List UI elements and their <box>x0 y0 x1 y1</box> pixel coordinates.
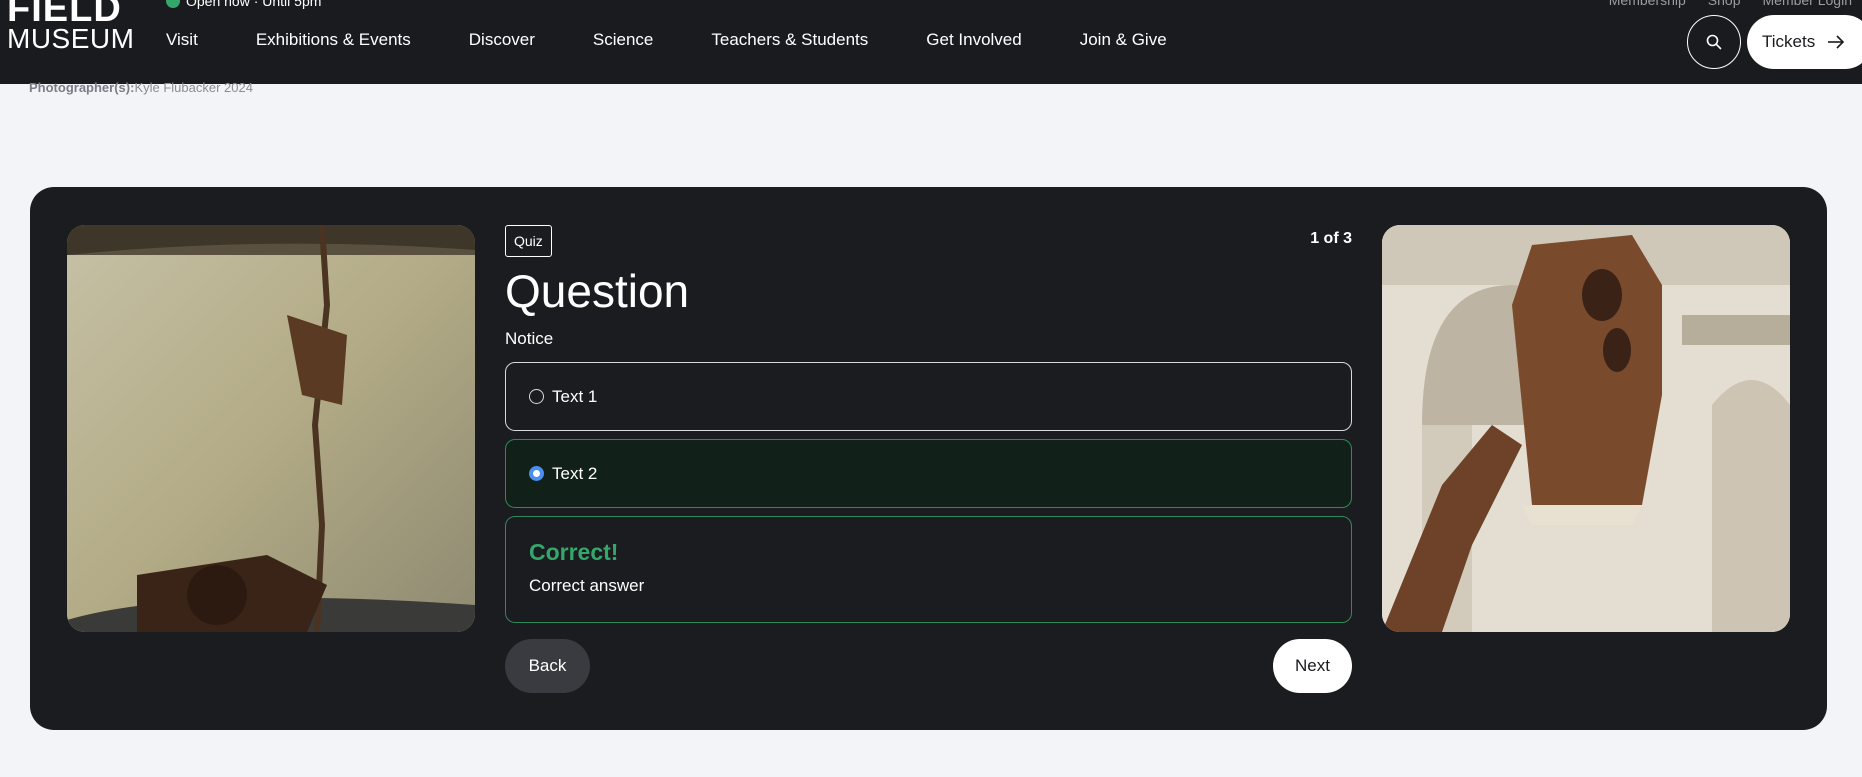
question-prompt: Notice <box>505 329 554 348</box>
feedback-title: Correct! <box>529 539 619 565</box>
dinosaur-skull-image <box>1382 225 1790 632</box>
util-link-membership[interactable]: Membership <box>1609 0 1686 8</box>
photo-credit-label: Photographer(s): <box>29 80 135 95</box>
quiz-badge: Quiz <box>505 225 552 257</box>
tickets-button[interactable]: Tickets <box>1747 15 1862 69</box>
next-button[interactable]: Next <box>1273 639 1352 693</box>
answer-option-label: Text 2 <box>552 463 598 483</box>
nav-exhibitions-events[interactable]: Exhibitions & Events <box>256 30 411 50</box>
photo-credit: Photographer(s):Kyle Flubacker 2024 <box>29 80 253 95</box>
nav-visit[interactable]: Visit <box>166 30 198 50</box>
answer-option-label: Text 1 <box>552 386 598 406</box>
utility-links: Membership Shop Member Login <box>1609 0 1852 8</box>
answer-option-2[interactable]: Text 2 <box>505 439 1352 508</box>
radio-checked-icon[interactable] <box>529 466 544 481</box>
question-title: Question <box>505 265 690 317</box>
nav-discover[interactable]: Discover <box>469 30 535 50</box>
nav-science[interactable]: Science <box>593 30 653 50</box>
open-status: Open now · Until 5pm <box>166 0 321 9</box>
back-button[interactable]: Back <box>505 639 590 693</box>
nav-teachers-students[interactable]: Teachers & Students <box>711 30 868 50</box>
field-museum-logo[interactable]: FIELD MUSEUM <box>7 0 135 55</box>
main-nav: Visit Exhibitions & Events Discover Scie… <box>166 30 1225 50</box>
nav-get-involved[interactable]: Get Involved <box>926 30 1021 50</box>
answer-option-1[interactable]: Text 1 <box>505 362 1352 431</box>
search-button[interactable] <box>1687 15 1741 69</box>
tickets-label: Tickets <box>1762 32 1816 51</box>
status-text: Open now · Until 5pm <box>186 0 322 9</box>
arrow-right-icon <box>1828 35 1845 49</box>
logo-line-2: MUSEUM <box>7 23 135 55</box>
question-counter: 1 of 3 <box>1310 230 1352 247</box>
insect-specimen-image <box>67 225 475 632</box>
util-link-member-login[interactable]: Member Login <box>1763 0 1853 8</box>
photo-credit-value: Kyle Flubacker 2024 <box>134 80 253 95</box>
feedback-text: Correct answer <box>529 576 645 595</box>
util-link-shop[interactable]: Shop <box>1708 0 1741 8</box>
site-header: FIELD MUSEUM Open now · Until 5pm Member… <box>0 0 1862 84</box>
search-icon <box>1706 34 1722 50</box>
nav-join-give[interactable]: Join & Give <box>1080 30 1167 50</box>
radio-unchecked-icon[interactable] <box>529 389 544 404</box>
answer-feedback: Correct! Correct answer <box>505 516 1352 623</box>
status-dot-icon <box>166 0 180 8</box>
